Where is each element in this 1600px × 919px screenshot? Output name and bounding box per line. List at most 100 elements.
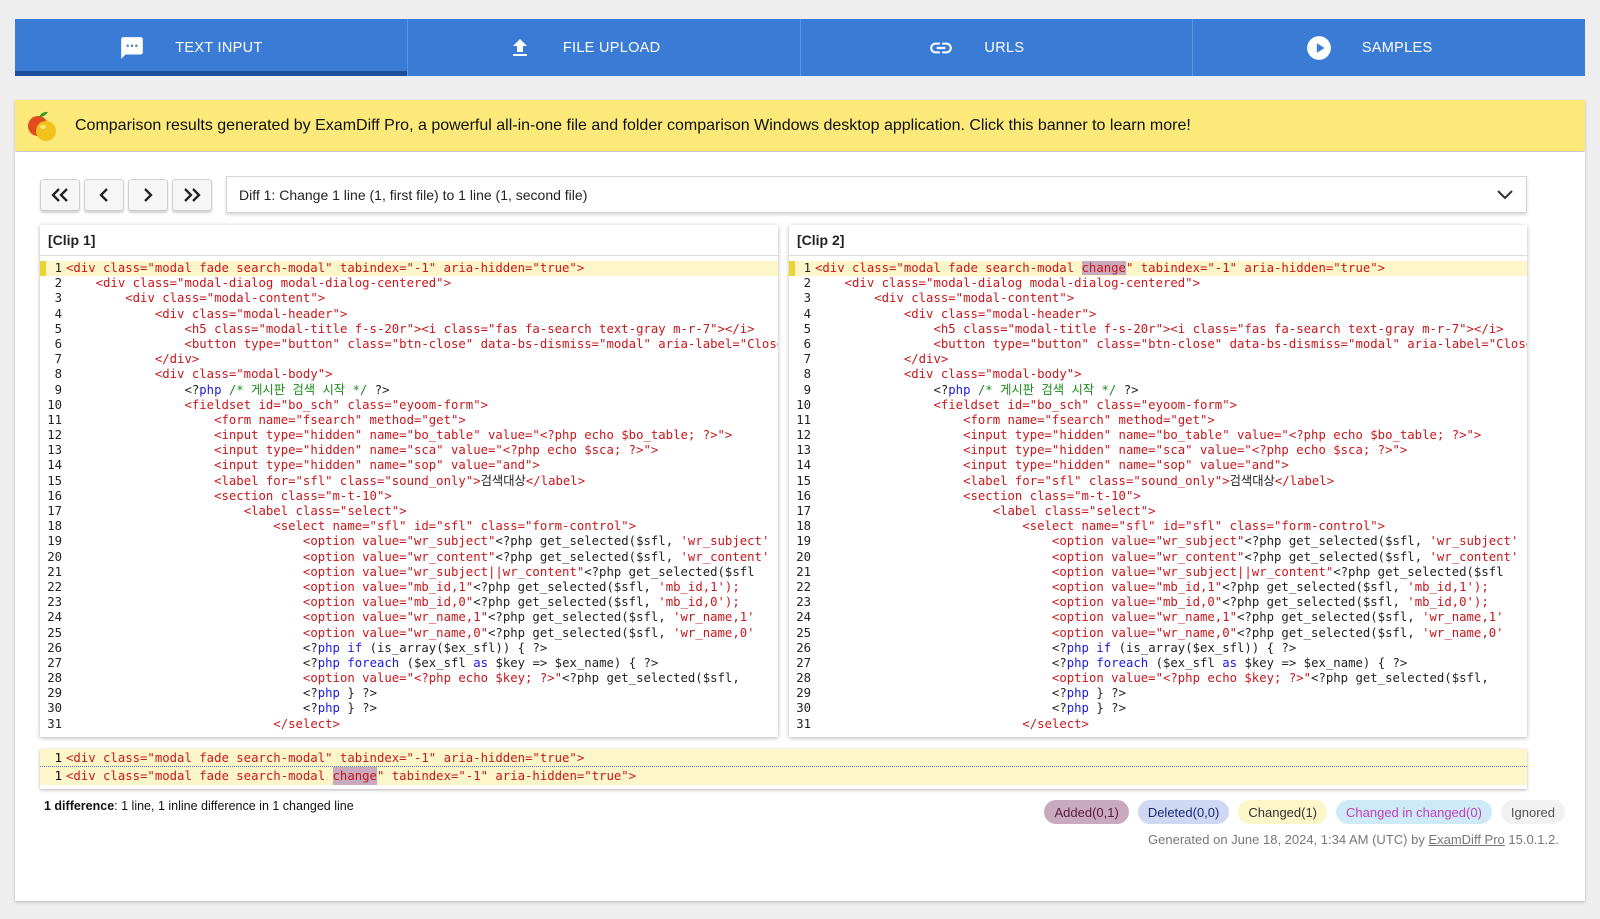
- line-text: <h5 class="modal-title f-s-20r"><i class…: [184, 321, 755, 336]
- line-number: 15: [796, 473, 811, 488]
- code-line: 10 <fieldset id="bo_sch" class="eyoom-fo…: [40, 398, 778, 413]
- line-text: <div class="modal-header">: [154, 306, 348, 321]
- line-text: <label class="select">: [243, 504, 407, 518]
- line-text: <select name="sfl" id="sfl" class="form-…: [273, 519, 637, 534]
- line-number: 1: [54, 769, 62, 783]
- legend-chip[interactable]: Deleted(0,0): [1137, 800, 1230, 824]
- line-number: 18: [47, 519, 62, 534]
- right-pane[interactable]: [Clip 2] 1 <div class="modal fade search-…: [789, 225, 1527, 737]
- line-text: <div class="modal fade search-modal: [66, 769, 333, 783]
- line-number: 30: [796, 701, 811, 716]
- play-icon: [1306, 35, 1332, 61]
- line-text: <div class="modal-content">: [125, 291, 326, 306]
- line-number: 18: [796, 519, 811, 534]
- tab-samples[interactable]: SAMPLES: [1193, 19, 1585, 76]
- left-pane-title: [Clip 1]: [40, 225, 778, 256]
- code-line: 30 <?php } ?>: [789, 701, 1527, 716]
- next-diff-button[interactable]: [128, 179, 168, 211]
- line-number: 23: [796, 595, 811, 610]
- legend-chip[interactable]: Added(0,1): [1044, 800, 1129, 824]
- fruit-logo-icon: [25, 109, 59, 143]
- line-number: 6: [54, 336, 62, 351]
- line-number: 8: [54, 367, 62, 382]
- line-number: 26: [47, 640, 62, 655]
- code-line: 19 <option value="wr_subject"<?php get_s…: [789, 534, 1527, 549]
- line-number: 5: [54, 321, 62, 336]
- code-line: 30 <?php } ?>: [40, 701, 778, 716]
- line-text: <?php foreach ($ex_sfl as $key => $ex_na…: [1051, 655, 1408, 670]
- line-text: <option value="<?php echo $key; ?>"<?php…: [1051, 671, 1489, 686]
- tab-text-input[interactable]: TEXT INPUT: [15, 19, 408, 76]
- legend-chip[interactable]: Changed in changed(0): [1336, 800, 1492, 824]
- code-line: 17 <label class="select">: [40, 504, 778, 519]
- tab-file-upload[interactable]: FILE UPLOAD: [408, 19, 801, 76]
- code-line: 31 </select>: [40, 717, 778, 732]
- diff-results-card: Diff 1: Change 1 line (1, first file) to…: [15, 152, 1585, 901]
- left-code-view[interactable]: 1 <div class="modal fade search-modal" ta…: [40, 261, 778, 732]
- line-text: <div class="modal-header">: [903, 306, 1097, 321]
- double-chevron-right-icon: [184, 188, 201, 202]
- line-number: 4: [803, 306, 811, 321]
- line-text: <?php } ?>: [302, 686, 377, 701]
- code-line: 12 <input type="hidden" name="bo_table" …: [789, 428, 1527, 443]
- line-text: <fieldset id="bo_sch" class="eyoom-form"…: [933, 397, 1238, 412]
- line-text: <?php if (is_array($ex_sfl)) { ?>: [302, 640, 548, 655]
- line-text: <div class="modal-dialog modal-dialog-ce…: [95, 276, 451, 291]
- line-number: 2: [54, 276, 62, 291]
- first-diff-button[interactable]: [40, 179, 80, 211]
- left-pane[interactable]: [Clip 1] 1 <div class="modal fade search-…: [40, 225, 778, 737]
- examdiff-promo-banner[interactable]: Comparison results generated by ExamDiff…: [15, 100, 1585, 151]
- line-number: 23: [47, 595, 62, 610]
- line-number: 26: [796, 640, 811, 655]
- line-number: 21: [796, 564, 811, 579]
- inline-change-highlight: change: [332, 767, 377, 785]
- line-text: <div class="modal-content">: [874, 291, 1075, 306]
- code-line: 13 <input type="hidden" name="sca" value…: [40, 443, 778, 458]
- line-text: <option value="wr_content"<?php get_sele…: [1051, 549, 1519, 564]
- line-text: <section class="m-t-10">: [963, 488, 1141, 503]
- line-text: <option value="wr_name,0"<?php get_selec…: [1051, 625, 1504, 640]
- tab-urls[interactable]: URLS: [801, 19, 1194, 76]
- code-line: 25 <option value="wr_name,0"<?php get_se…: [789, 626, 1527, 641]
- line-text: <option value="wr_name,0"<?php get_selec…: [302, 625, 755, 640]
- examdiff-pro-link[interactable]: ExamDiff Pro: [1428, 832, 1504, 847]
- prev-diff-button[interactable]: [84, 179, 124, 211]
- line-text: <input type="hidden" name="sop" value="a…: [214, 458, 540, 473]
- line-number: 3: [803, 291, 811, 306]
- diff-select[interactable]: Diff 1: Change 1 line (1, first file) to…: [226, 176, 1527, 213]
- diff-select-value: Diff 1: Change 1 line (1, first file) to…: [239, 186, 588, 203]
- line-number: 2: [803, 276, 811, 291]
- code-line: 31 </select>: [789, 717, 1527, 732]
- line-text: <option value="wr_name,1"<?php get_selec…: [302, 610, 755, 625]
- code-line: 6 <button type="button" class="btn-close…: [40, 337, 778, 352]
- line-text: <input type="hidden" name="sca" value="<…: [963, 443, 1408, 458]
- line-text: <label class="select">: [992, 504, 1156, 518]
- line-text: <option value="mb_id,1"<?php get_selecte…: [1051, 579, 1489, 594]
- diff-summary: 1 difference: 1 line, 1 inline differenc…: [44, 799, 354, 813]
- line-number: 28: [47, 671, 62, 686]
- code-line: 22 <option value="mb_id,1"<?php get_sele…: [789, 580, 1527, 595]
- chevron-left-icon: [99, 188, 108, 202]
- last-diff-button[interactable]: [172, 179, 212, 211]
- line-number: 7: [54, 352, 62, 367]
- chat-icon: [119, 35, 145, 61]
- tab-label: FILE UPLOAD: [562, 39, 661, 56]
- chevron-down-icon: [1497, 190, 1513, 200]
- code-line: 11 <form name="fsearch" method="get">: [789, 413, 1527, 428]
- code-line: 27 <?php foreach ($ex_sfl as $key => $ex…: [40, 656, 778, 671]
- line-text: <label for="sfl" class="sound_only">검색대상…: [963, 473, 1335, 488]
- code-line: 17 <label class="select">: [789, 504, 1527, 519]
- legend-chip[interactable]: Changed(1): [1238, 800, 1328, 824]
- chevron-right-icon: [144, 188, 153, 202]
- legend-chip[interactable]: Ignored: [1500, 800, 1565, 824]
- line-text: <option value="wr_subject"<?php get_sele…: [1051, 534, 1519, 549]
- line-text: <?php } ?>: [302, 701, 377, 716]
- detail-line-right: 1 <div class="modal fade search-modal cha…: [40, 767, 1527, 785]
- code-line: 27 <?php foreach ($ex_sfl as $key => $ex…: [789, 656, 1527, 671]
- line-number: 19: [796, 534, 811, 549]
- right-code-view[interactable]: 1 <div class="modal fade search-modal cha…: [789, 261, 1527, 732]
- code-line: 7 </div>: [40, 352, 778, 367]
- code-line: 14 <input type="hidden" name="sop" value…: [789, 458, 1527, 473]
- banner-text: Comparison results generated by ExamDiff…: [75, 116, 1191, 134]
- line-number: 28: [796, 671, 811, 686]
